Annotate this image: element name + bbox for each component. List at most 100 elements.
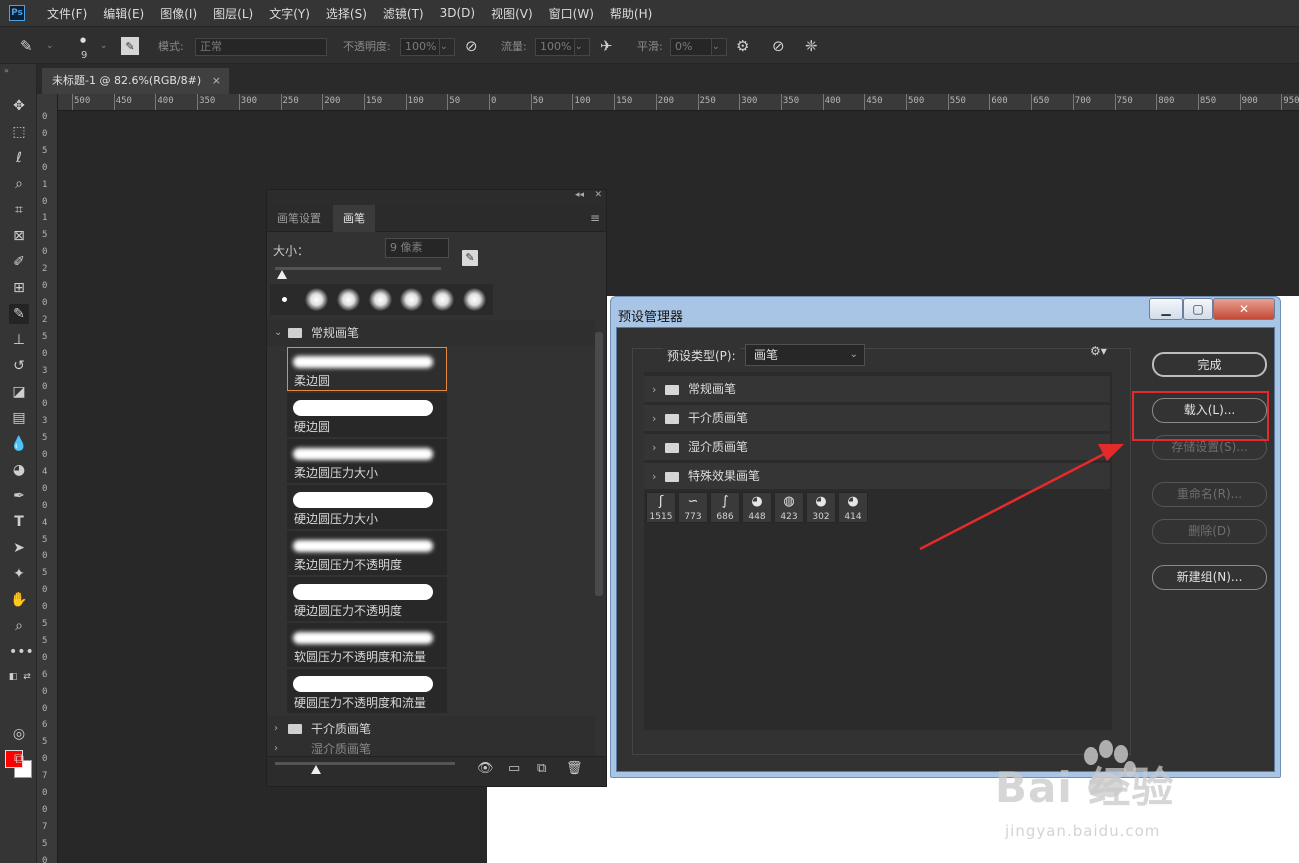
airbrush-icon[interactable]: ✈: [600, 27, 613, 65]
new-group-folder-icon[interactable]: ▭: [508, 761, 520, 776]
recent-brush[interactable]: [463, 288, 486, 311]
thumbnail-size-slider[interactable]: [275, 762, 455, 765]
trash-icon[interactable]: 🗑: [566, 761, 583, 776]
swap-colors-icon[interactable]: ⇄: [17, 667, 37, 687]
menu-type[interactable]: 文字(Y): [261, 5, 318, 22]
flow-dropdown-icon[interactable]: ⌄: [574, 38, 590, 56]
smoothing-dropdown-icon[interactable]: ⌄: [711, 38, 727, 56]
crop-icon[interactable]: ⌗: [9, 200, 29, 220]
menu-filter[interactable]: 滤镜(T): [375, 5, 432, 22]
menu-3d[interactable]: 3D(D): [432, 6, 483, 20]
screen-mode-icon[interactable]: ⧉: [9, 749, 29, 769]
more-icon[interactable]: •••: [9, 642, 34, 662]
preset-thumb[interactable]: ʃ 1515: [646, 492, 676, 523]
stamp-icon[interactable]: ⊥: [9, 330, 29, 350]
maximize-icon[interactable]: ▢: [1183, 298, 1213, 320]
recent-brush[interactable]: [282, 297, 287, 302]
smoothing-field[interactable]: 0%: [670, 38, 712, 56]
recent-brush[interactable]: [369, 288, 392, 311]
flow-field[interactable]: 100%: [535, 38, 575, 56]
eraser-icon[interactable]: ◪: [9, 382, 29, 402]
menu-view[interactable]: 视图(V): [483, 5, 541, 22]
preset-thumb[interactable]: ◕ 302: [806, 492, 836, 523]
slider-knob[interactable]: [311, 765, 321, 774]
menu-window[interactable]: 窗口(W): [541, 5, 602, 22]
eyedropper-icon[interactable]: ✐: [9, 252, 29, 272]
preset-thumb[interactable]: ◕ 448: [742, 492, 772, 523]
preset-group[interactable]: › 常规画笔: [644, 376, 1110, 403]
gear-icon[interactable]: ⚙▾: [1090, 344, 1107, 358]
brush-settings-toggle-icon[interactable]: ✎: [121, 37, 139, 55]
shape-icon[interactable]: ✦: [9, 564, 29, 584]
hand-icon[interactable]: ✋: [9, 590, 29, 610]
brush-group[interactable]: ⌄ 常规画笔: [267, 320, 595, 346]
new-group-button[interactable]: 新建组(N)...: [1152, 565, 1267, 590]
brush-item[interactable]: 柔边圆压力不透明度: [287, 531, 447, 575]
menu-image[interactable]: 图像(I): [152, 5, 205, 22]
delete-button[interactable]: 删除(D): [1152, 519, 1267, 544]
new-brush-icon[interactable]: ⧉: [537, 761, 546, 776]
preset-thumb[interactable]: ∫ 686: [710, 492, 740, 523]
opacity-field[interactable]: 100%: [400, 38, 440, 56]
brush-group[interactable]: › 干介质画笔: [267, 716, 595, 742]
frame-icon[interactable]: ⊠: [9, 226, 29, 246]
collapse-panel-icon[interactable]: ◂◂: [575, 190, 584, 200]
gear-icon[interactable]: ⚙: [736, 27, 749, 65]
recent-brush[interactable]: [305, 288, 328, 311]
menu-file[interactable]: 文件(F): [39, 5, 95, 22]
menu-select[interactable]: 选择(S): [318, 5, 375, 22]
quick-mask-icon[interactable]: ◎: [9, 724, 29, 744]
tab-brushes[interactable]: 画笔: [333, 205, 375, 232]
pressure-opacity-icon[interactable]: ⊘: [465, 27, 478, 65]
recent-brush[interactable]: [400, 288, 423, 311]
close-icon[interactable]: ✕: [1213, 298, 1275, 320]
lasso-icon[interactable]: ℓ: [9, 148, 29, 168]
type-icon[interactable]: T: [9, 512, 29, 532]
brush-item[interactable]: 硬边圆压力大小: [287, 485, 447, 529]
marquee-icon[interactable]: ⬚: [9, 122, 29, 142]
healing-icon[interactable]: ⊞: [9, 278, 29, 298]
brush-icon[interactable]: ✎: [9, 304, 29, 324]
size-field[interactable]: 9 像素: [385, 238, 449, 258]
path-select-icon[interactable]: ➤: [9, 538, 29, 558]
brush-item[interactable]: 柔边圆压力大小: [287, 439, 447, 483]
brush-item[interactable]: 硬边圆压力不透明度: [287, 577, 447, 621]
brush-picker-chevron-icon[interactable]: ⌄: [100, 27, 108, 65]
scrollbar[interactable]: [595, 332, 603, 596]
menu-layer[interactable]: 图层(L): [205, 5, 261, 22]
collapse-arrows-icon[interactable]: »: [4, 66, 9, 75]
preset-thumb[interactable]: ∽ 773: [678, 492, 708, 523]
brush-group[interactable]: › 湿介质画笔: [267, 742, 595, 756]
size-slider-knob[interactable]: [277, 270, 287, 279]
preset-group[interactable]: › 干介质画笔: [644, 405, 1110, 432]
preset-group[interactable]: › 湿介质画笔: [644, 434, 1110, 461]
preset-thumb[interactable]: ◍ 423: [774, 492, 804, 523]
gradient-icon[interactable]: ▤: [9, 408, 29, 428]
recent-brush[interactable]: [431, 288, 454, 311]
done-button[interactable]: 完成: [1152, 352, 1267, 377]
quick-select-icon[interactable]: ⌕: [9, 174, 29, 194]
pressure-size-icon[interactable]: ⊘: [772, 27, 785, 65]
rename-button[interactable]: 重命名(R)...: [1152, 482, 1267, 507]
chevron-down-icon[interactable]: ⌄: [46, 27, 54, 65]
close-icon[interactable]: ×: [212, 68, 221, 94]
close-icon[interactable]: ✕: [594, 190, 602, 200]
menu-help[interactable]: 帮助(H): [602, 5, 660, 22]
minimize-icon[interactable]: ▁: [1149, 298, 1183, 320]
history-brush-icon[interactable]: ↺: [9, 356, 29, 376]
size-slider[interactable]: [275, 267, 441, 270]
preset-type-select[interactable]: 画笔 ⌄: [745, 344, 865, 366]
pen-icon[interactable]: ✒: [9, 486, 29, 506]
toggle-preview-eye-icon[interactable]: 👁: [477, 761, 494, 776]
brush-item[interactable]: 软圆压力不透明度和流量: [287, 623, 447, 667]
brush-item[interactable]: 柔边圆: [287, 347, 447, 391]
move-icon[interactable]: ✥: [9, 96, 29, 116]
dodge-icon[interactable]: ◕: [9, 460, 29, 480]
brush-item[interactable]: 硬边圆: [287, 393, 447, 437]
document-tab[interactable]: 未标题-1 @ 82.6%(RGB/8#) ×: [42, 68, 229, 94]
brush-item[interactable]: 硬圆压力不透明度和流量: [287, 669, 447, 713]
recent-brush[interactable]: [337, 288, 360, 311]
menu-edit[interactable]: 编辑(E): [95, 5, 152, 22]
zoom-icon[interactable]: ⌕: [9, 616, 29, 636]
mode-select[interactable]: 正常: [195, 38, 327, 56]
